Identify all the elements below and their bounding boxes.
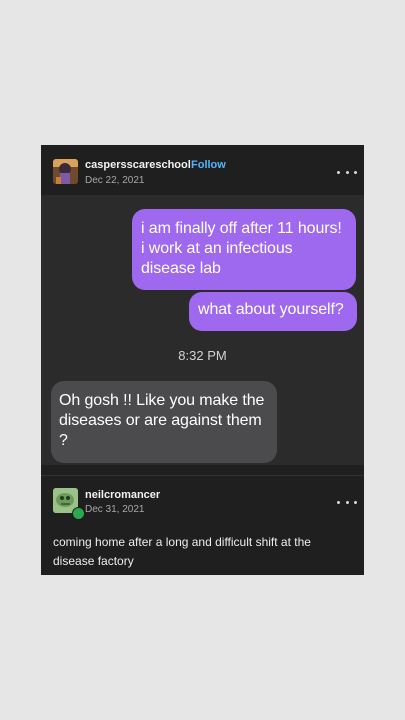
outgoing-message: i am finally off after 11 hours! i work …	[132, 209, 356, 290]
incoming-message: Oh gosh !! Like you make the diseases or…	[51, 381, 277, 463]
more-options-icon[interactable]	[337, 495, 357, 509]
outgoing-message: what about yourself?	[189, 292, 357, 331]
post-date: Dec 22, 2021	[85, 175, 145, 186]
verified-badge-icon	[72, 507, 85, 520]
avatar-image	[53, 159, 78, 184]
post-header: caspersscareschool Follow Dec 22, 2021	[41, 145, 364, 195]
user-avatar[interactable]	[53, 159, 78, 184]
message-timestamp: 8:32 PM	[178, 348, 227, 363]
reblog-date: Dec 31, 2021	[85, 504, 145, 515]
follow-button[interactable]: Follow	[191, 159, 226, 171]
divider	[41, 475, 364, 476]
post-card: caspersscareschool Follow Dec 22, 2021 i…	[41, 145, 364, 575]
reblogger-username[interactable]: neilcromancer	[85, 489, 160, 501]
more-options-icon[interactable]	[337, 165, 357, 179]
reblog-caption: coming home after a long and difficult s…	[53, 535, 311, 568]
post-username[interactable]: caspersscareschool	[85, 159, 191, 171]
chat-screenshot: i am finally off after 11 hours! i work …	[41, 195, 364, 465]
